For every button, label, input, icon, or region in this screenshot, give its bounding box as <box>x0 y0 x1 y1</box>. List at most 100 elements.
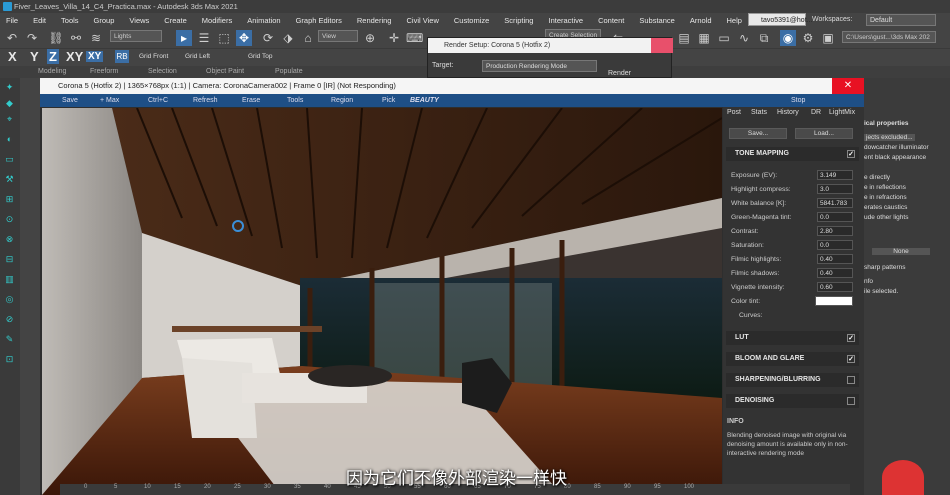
menu-interactive[interactable]: Interactive <box>548 16 583 25</box>
pivot-icon[interactable]: ⊕ <box>362 30 378 46</box>
axis-xy-button[interactable]: XY <box>66 49 83 64</box>
ribbon-freeform[interactable]: Freeform <box>90 66 118 78</box>
menu-animation[interactable]: Animation <box>247 16 280 25</box>
display-icon[interactable]: ▭ <box>4 154 15 165</box>
menu-rendering[interactable]: Rendering <box>357 16 392 25</box>
select-by-name-icon[interactable]: ☰ <box>196 30 212 46</box>
vfb-copy-button[interactable]: Ctrl+C <box>148 94 168 107</box>
ribbon-selection[interactable]: Selection <box>148 66 177 78</box>
vfb-save-button[interactable]: Save <box>62 94 78 107</box>
redo-icon[interactable]: ↷ <box>24 30 40 46</box>
menu-views[interactable]: Views <box>129 16 149 25</box>
menu-create[interactable]: Create <box>164 16 187 25</box>
ribbon-toggle-icon[interactable]: ▭ <box>716 30 732 46</box>
highlight-compress-input[interactable]: 3.0 <box>817 184 853 194</box>
menu-scripting[interactable]: Scripting <box>504 16 533 25</box>
tool-b-icon[interactable]: ⊙ <box>4 214 15 225</box>
scale-icon[interactable]: ⬗ <box>280 30 296 46</box>
menu-modifiers[interactable]: Modifiers <box>202 16 232 25</box>
layer-dropdown[interactable]: Lights <box>110 30 162 42</box>
utilities-icon[interactable]: ⚒ <box>4 174 15 185</box>
keyboard-shortcut-icon[interactable]: ⌨ <box>406 30 423 46</box>
menu-substance[interactable]: Substance <box>639 16 674 25</box>
vfb-max-button[interactable]: + Max <box>100 94 119 107</box>
menu-graph-editors[interactable]: Graph Editors <box>296 16 342 25</box>
axis-x-button[interactable]: X <box>8 49 17 64</box>
vfb-channel-select[interactable]: BEAUTY <box>410 94 439 107</box>
place-icon[interactable]: ⌂ <box>300 30 316 46</box>
select-object-icon[interactable]: ▸ <box>176 30 192 46</box>
reference-coord-dropdown[interactable]: View <box>318 30 358 42</box>
tab-history[interactable]: History <box>777 109 799 116</box>
render-setup-icon[interactable]: ⚙ <box>800 30 816 46</box>
vignette-input[interactable]: 0.60 <box>817 282 853 292</box>
workspace-select[interactable]: Default <box>866 14 936 26</box>
grid-front-button[interactable]: Grid Front <box>139 53 168 60</box>
tool-c-icon[interactable]: ⊗ <box>4 234 15 245</box>
green-magenta-input[interactable]: 0.0 <box>817 212 853 222</box>
vfb-stop-button[interactable]: Stop <box>791 94 805 107</box>
tab-post[interactable]: Post <box>727 109 741 116</box>
lut-checkbox[interactable]: ✓ <box>847 334 855 342</box>
close-icon[interactable]: ✕ <box>832 78 864 94</box>
hierarchy-icon[interactable]: ⌖ <box>4 114 15 125</box>
rotate-icon[interactable]: ⟳ <box>260 30 276 46</box>
objects-excluded-button[interactable]: jects excluded... <box>864 134 915 141</box>
generates-caustics-option[interactable]: erates caustics <box>864 204 907 211</box>
vfb-refresh-button[interactable]: Refresh <box>193 94 218 107</box>
save-preset-button[interactable]: Save... <box>729 128 787 139</box>
scene-explorer-icon[interactable]: ▤ <box>676 30 692 46</box>
grid-left-button[interactable]: Grid Left <box>185 53 210 60</box>
axis-z-button[interactable]: Z <box>47 49 59 64</box>
tool-f-icon[interactable]: ◎ <box>4 294 15 305</box>
link-icon[interactable]: ⛓ <box>48 30 64 46</box>
tool-d-icon[interactable]: ⊟ <box>4 254 15 265</box>
menu-help[interactable]: Help <box>727 16 742 25</box>
denoising-checkbox[interactable] <box>847 397 855 405</box>
visible-directly-option[interactable]: e directly <box>864 174 890 181</box>
render-setup-close-button[interactable] <box>651 38 673 53</box>
schematic-view-icon[interactable]: ⧉ <box>756 30 772 46</box>
black-appearance-option[interactable]: ent black appearance <box>864 154 926 161</box>
bloom-glare-checkbox[interactable]: ✓ <box>847 355 855 363</box>
tab-dr[interactable]: DR <box>811 109 821 116</box>
tool-h-icon[interactable]: ✎ <box>4 334 15 345</box>
unlink-icon[interactable]: ⚯ <box>68 30 84 46</box>
rb-icon[interactable]: RB <box>115 50 129 63</box>
motion-icon[interactable]: ◐ <box>4 134 15 145</box>
region-select-icon[interactable]: ⬚ <box>216 30 232 46</box>
render-button[interactable]: Render <box>608 70 631 77</box>
tool-a-icon[interactable]: ⊞ <box>4 194 15 205</box>
tone-mapping-header[interactable]: TONE MAPPING ✓ <box>726 147 859 161</box>
sharpening-checkbox[interactable] <box>847 376 855 384</box>
vfb-pick-button[interactable]: Pick <box>382 94 395 107</box>
lut-header[interactable]: LUT ✓ <box>726 331 859 345</box>
vfb-tools-button[interactable]: Tools <box>287 94 303 107</box>
axis-xy-toggle[interactable]: XY <box>86 51 104 62</box>
vfb-erase-button[interactable]: Erase <box>242 94 260 107</box>
menu-group[interactable]: Group <box>94 16 115 25</box>
modify-icon[interactable]: ◆ <box>4 98 15 109</box>
menu-edit[interactable]: Edit <box>33 16 46 25</box>
sharp-patterns-option[interactable]: sharp patterns <box>864 264 906 271</box>
menu-civil-view[interactable]: Civil View <box>406 16 438 25</box>
grid-top-button[interactable]: Grid Top <box>248 53 272 60</box>
tab-stats[interactable]: Stats <box>751 109 767 116</box>
menu-content[interactable]: Content <box>598 16 624 25</box>
undo-icon[interactable]: ↶ <box>4 30 20 46</box>
exposure-input[interactable]: 3.149 <box>817 170 853 180</box>
filmic-shadows-input[interactable]: 0.40 <box>817 268 853 278</box>
white-balance-input[interactable]: 5841.783 <box>817 198 853 208</box>
target-dropdown[interactable]: Production Rendering Mode <box>482 60 597 72</box>
tool-e-icon[interactable]: ▥ <box>4 274 15 285</box>
filmic-highlights-input[interactable]: 0.40 <box>817 254 853 264</box>
tab-lightmix[interactable]: LightMix <box>829 109 855 116</box>
tool-i-icon[interactable]: ⊡ <box>4 354 15 365</box>
menu-file[interactable]: File <box>6 16 18 25</box>
render-frame-icon[interactable]: ▣ <box>820 30 836 46</box>
load-preset-button[interactable]: Load... <box>795 128 853 139</box>
move-icon[interactable]: ✥ <box>236 30 252 46</box>
material-editor-icon[interactable]: ◉ <box>780 30 796 46</box>
tool-g-icon[interactable]: ⊘ <box>4 314 15 325</box>
menu-customize[interactable]: Customize <box>454 16 489 25</box>
